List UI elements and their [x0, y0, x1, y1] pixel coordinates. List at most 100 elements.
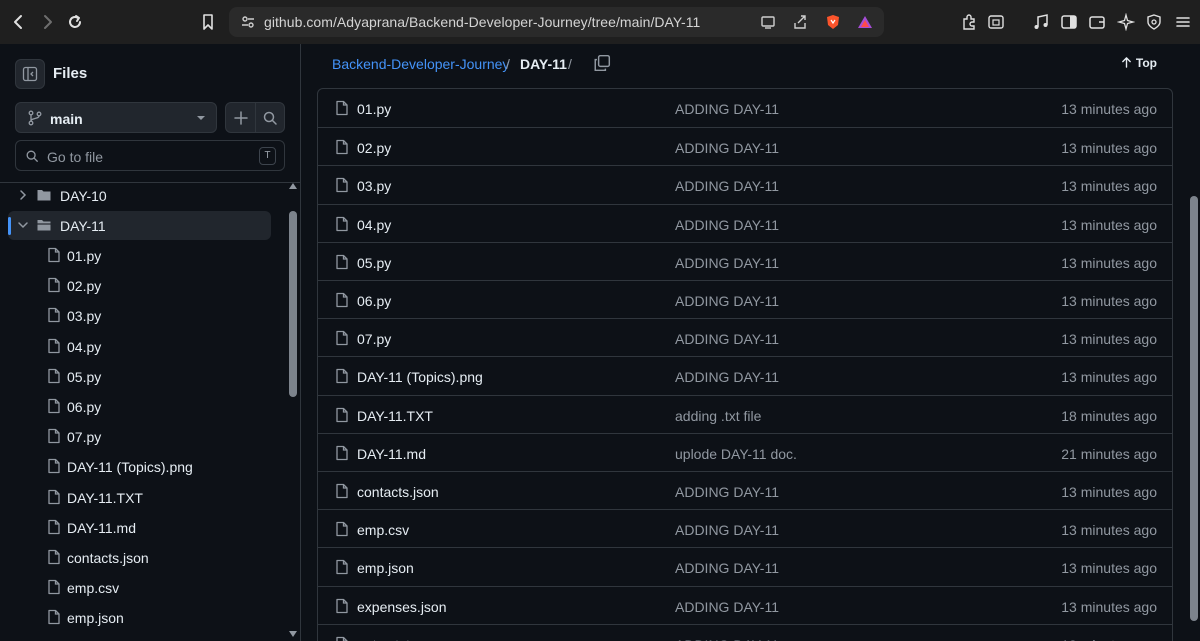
- commit-message-link[interactable]: ADDING DAY-11: [675, 293, 779, 309]
- file-name-link[interactable]: 01.py: [357, 101, 391, 117]
- tree-folder-day-11[interactable]: DAY-11: [8, 211, 271, 240]
- scroll-down-icon[interactable]: [289, 631, 297, 637]
- file-row[interactable]: emp.json ADDING DAY-11 13 minutes ago: [318, 547, 1172, 585]
- wallet-icon[interactable]: [1088, 13, 1106, 31]
- collapse-sidebar-button[interactable]: [15, 59, 45, 89]
- tree-file-item[interactable]: 02.py: [8, 271, 271, 300]
- page-scroll-thumb[interactable]: [1190, 196, 1198, 621]
- share-icon[interactable]: [792, 14, 808, 30]
- file-row[interactable]: 05.py ADDING DAY-11 13 minutes ago: [318, 241, 1172, 280]
- commit-message-link[interactable]: ADDING DAY-11: [675, 599, 779, 615]
- tree-file-item[interactable]: 05.py: [8, 362, 271, 391]
- file-row[interactable]: 06.py ADDING DAY-11 13 minutes ago: [318, 280, 1172, 318]
- extensions-icon[interactable]: [960, 13, 978, 31]
- file-name-link[interactable]: 05.py: [357, 255, 391, 271]
- tree-file-item[interactable]: emp.csv: [8, 573, 271, 602]
- file-name-link[interactable]: emp.csv: [357, 522, 409, 538]
- tree-file-item[interactable]: 06.py: [8, 392, 271, 421]
- file-row[interactable]: DAY-11.md uplode DAY-11 doc. 21 minutes ag…: [318, 432, 1172, 471]
- commit-message-link[interactable]: ADDING DAY-11: [675, 140, 779, 156]
- bookmark-button[interactable]: [196, 10, 220, 34]
- file-name-link[interactable]: DAY-11.TXT: [357, 408, 433, 424]
- brave-shields-icon[interactable]: [825, 14, 841, 30]
- file-row[interactable]: 02.py ADDING DAY-11 13 minutes ago: [318, 127, 1172, 165]
- commit-message-link[interactable]: ADDING DAY-11: [675, 331, 779, 347]
- file-row[interactable]: notes.txt ADDING DAY-11 13 minutes ago: [318, 623, 1172, 641]
- search-icon[interactable]: [262, 110, 278, 126]
- file-icon: [334, 559, 350, 575]
- tree-file-item[interactable]: DAY-11.md: [8, 513, 271, 542]
- commit-time: 13 minutes ago: [1061, 522, 1157, 539]
- file-name-link[interactable]: 04.py: [357, 217, 391, 233]
- file-row[interactable]: DAY-11.TXT adding .txt file 18 minutes ago: [318, 394, 1172, 433]
- tree-file-item[interactable]: DAY-11.TXT: [8, 483, 271, 512]
- file-name-link[interactable]: expenses.json: [357, 599, 447, 615]
- chevron-right-icon[interactable]: [16, 188, 30, 202]
- add-file-icon[interactable]: [233, 110, 249, 126]
- file-row[interactable]: expenses.json ADDING DAY-11 13 minutes ago: [318, 585, 1172, 624]
- commit-message-link[interactable]: ADDING DAY-11: [675, 178, 779, 194]
- file-name-link[interactable]: notes.txt: [357, 637, 410, 641]
- commit-message-link[interactable]: ADDING DAY-11: [675, 522, 779, 538]
- commit-time: 13 minutes ago: [1061, 560, 1157, 577]
- leo-ai-icon[interactable]: [1117, 13, 1135, 31]
- cast-icon[interactable]: [760, 14, 776, 30]
- back-button[interactable]: [7, 10, 31, 34]
- reload-button[interactable]: [63, 10, 87, 34]
- branch-selector[interactable]: main: [15, 102, 217, 133]
- breadcrumb-repo-link[interactable]: Backend-Developer-Journey: [332, 56, 509, 72]
- commit-message-link[interactable]: ADDING DAY-11: [675, 560, 779, 576]
- file-name-link[interactable]: 06.py: [357, 293, 391, 309]
- file-row[interactable]: 04.py ADDING DAY-11 13 minutes ago: [318, 203, 1172, 242]
- file-row[interactable]: contacts.json ADDING DAY-11 13 minutes ago: [318, 471, 1172, 509]
- tree-file-item[interactable]: 07.py: [8, 422, 271, 451]
- commit-message-link[interactable]: uplode DAY-11 doc.: [675, 446, 797, 462]
- address-bar[interactable]: github.com/Adyaprana/Backend-Developer-J…: [229, 7, 884, 37]
- commit-message-link[interactable]: adding .txt file: [675, 408, 761, 424]
- chevron-down-icon[interactable]: [16, 218, 30, 232]
- file-name-link[interactable]: DAY-11.md: [357, 446, 426, 462]
- commit-message-link[interactable]: ADDING DAY-11: [675, 217, 779, 233]
- commit-message-link[interactable]: ADDING DAY-11: [675, 484, 779, 500]
- tree-file-item[interactable]: 01.py: [8, 241, 271, 270]
- arrow-right-icon: [44, 15, 52, 29]
- go-to-file-input[interactable]: Go to file T: [15, 140, 285, 171]
- sidebar-scroll-thumb[interactable]: [289, 211, 297, 397]
- file-row[interactable]: 07.py ADDING DAY-11 13 minutes ago: [318, 318, 1172, 356]
- tree-file-item[interactable]: DAY-11 (Topics).png: [8, 452, 271, 481]
- file-name-link[interactable]: contacts.json: [357, 484, 439, 500]
- file-name-link[interactable]: 02.py: [357, 140, 391, 156]
- vpn-shield-icon[interactable]: [1145, 13, 1163, 31]
- commit-message-link[interactable]: ADDING DAY-11: [675, 101, 779, 117]
- tree-file-item[interactable]: 04.py: [8, 332, 271, 361]
- file-name-link[interactable]: 03.py: [357, 178, 391, 194]
- tree-file-item[interactable]: 03.py: [8, 301, 271, 330]
- sidebar-toggle-icon[interactable]: [1060, 13, 1078, 31]
- back-to-top-button[interactable]: Top: [1121, 56, 1157, 70]
- file-icon: [334, 292, 350, 308]
- file-row[interactable]: emp.csv ADDING DAY-11 13 minutes ago: [318, 509, 1172, 547]
- copy-path-icon[interactable]: [593, 54, 611, 72]
- menu-icon[interactable]: [1174, 13, 1192, 31]
- tree-folder-day-10[interactable]: DAY-10: [8, 183, 271, 210]
- music-icon[interactable]: [1032, 13, 1050, 31]
- forward-button[interactable]: [35, 10, 59, 34]
- file-row[interactable]: DAY-11 (Topics).png ADDING DAY-11 13 minut…: [318, 356, 1172, 394]
- scroll-up-icon[interactable]: [289, 183, 297, 189]
- tree-file-item[interactable]: emp.json: [8, 603, 271, 632]
- page-scrollbar[interactable]: [1187, 44, 1200, 641]
- commit-message-link[interactable]: ADDING DAY-11: [675, 369, 779, 385]
- screenshot-icon[interactable]: [987, 13, 1005, 31]
- commit-message-link[interactable]: ADDING DAY-11: [675, 637, 779, 641]
- file-name-link[interactable]: emp.json: [357, 560, 414, 576]
- commit-message-link[interactable]: ADDING DAY-11: [675, 255, 779, 271]
- brave-rewards-icon[interactable]: [857, 14, 873, 30]
- file-row[interactable]: 01.py ADDING DAY-11 13 minutes ago: [318, 89, 1172, 127]
- tree-file-item[interactable]: contacts.json: [8, 543, 271, 572]
- file-row[interactable]: 03.py ADDING DAY-11 13 minutes ago: [318, 165, 1172, 203]
- file-name-link[interactable]: 07.py: [357, 331, 391, 347]
- folder-open-icon: [37, 220, 51, 231]
- git-branch-icon: [28, 110, 42, 126]
- sidebar-scrollbar[interactable]: [287, 183, 299, 641]
- file-name-link[interactable]: DAY-11 (Topics).png: [357, 369, 483, 385]
